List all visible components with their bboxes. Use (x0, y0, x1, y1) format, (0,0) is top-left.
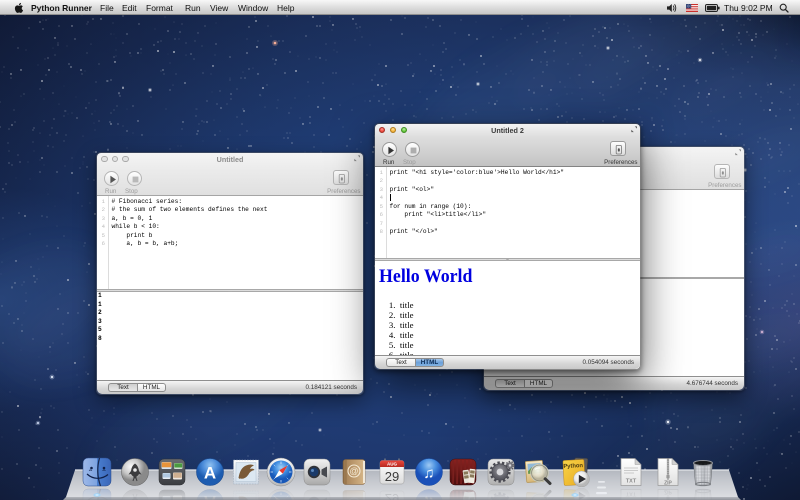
svg-text:ZIP: ZIP (664, 481, 672, 487)
svg-text:♫: ♫ (423, 493, 434, 500)
svg-text:AUG: AUG (387, 462, 397, 467)
svg-text:29: 29 (384, 491, 398, 500)
svg-text:Python: Python (563, 463, 583, 470)
svg-text:TXT: TXT (626, 490, 637, 496)
svg-text:@: @ (349, 466, 358, 476)
svg-text:29: 29 (384, 469, 398, 484)
svg-text:♫: ♫ (423, 465, 434, 482)
svg-text:A: A (204, 492, 216, 500)
svg-text:ZIP: ZIP (664, 488, 672, 494)
svg-text:A: A (204, 464, 216, 483)
svg-text:TXT: TXT (626, 479, 637, 485)
